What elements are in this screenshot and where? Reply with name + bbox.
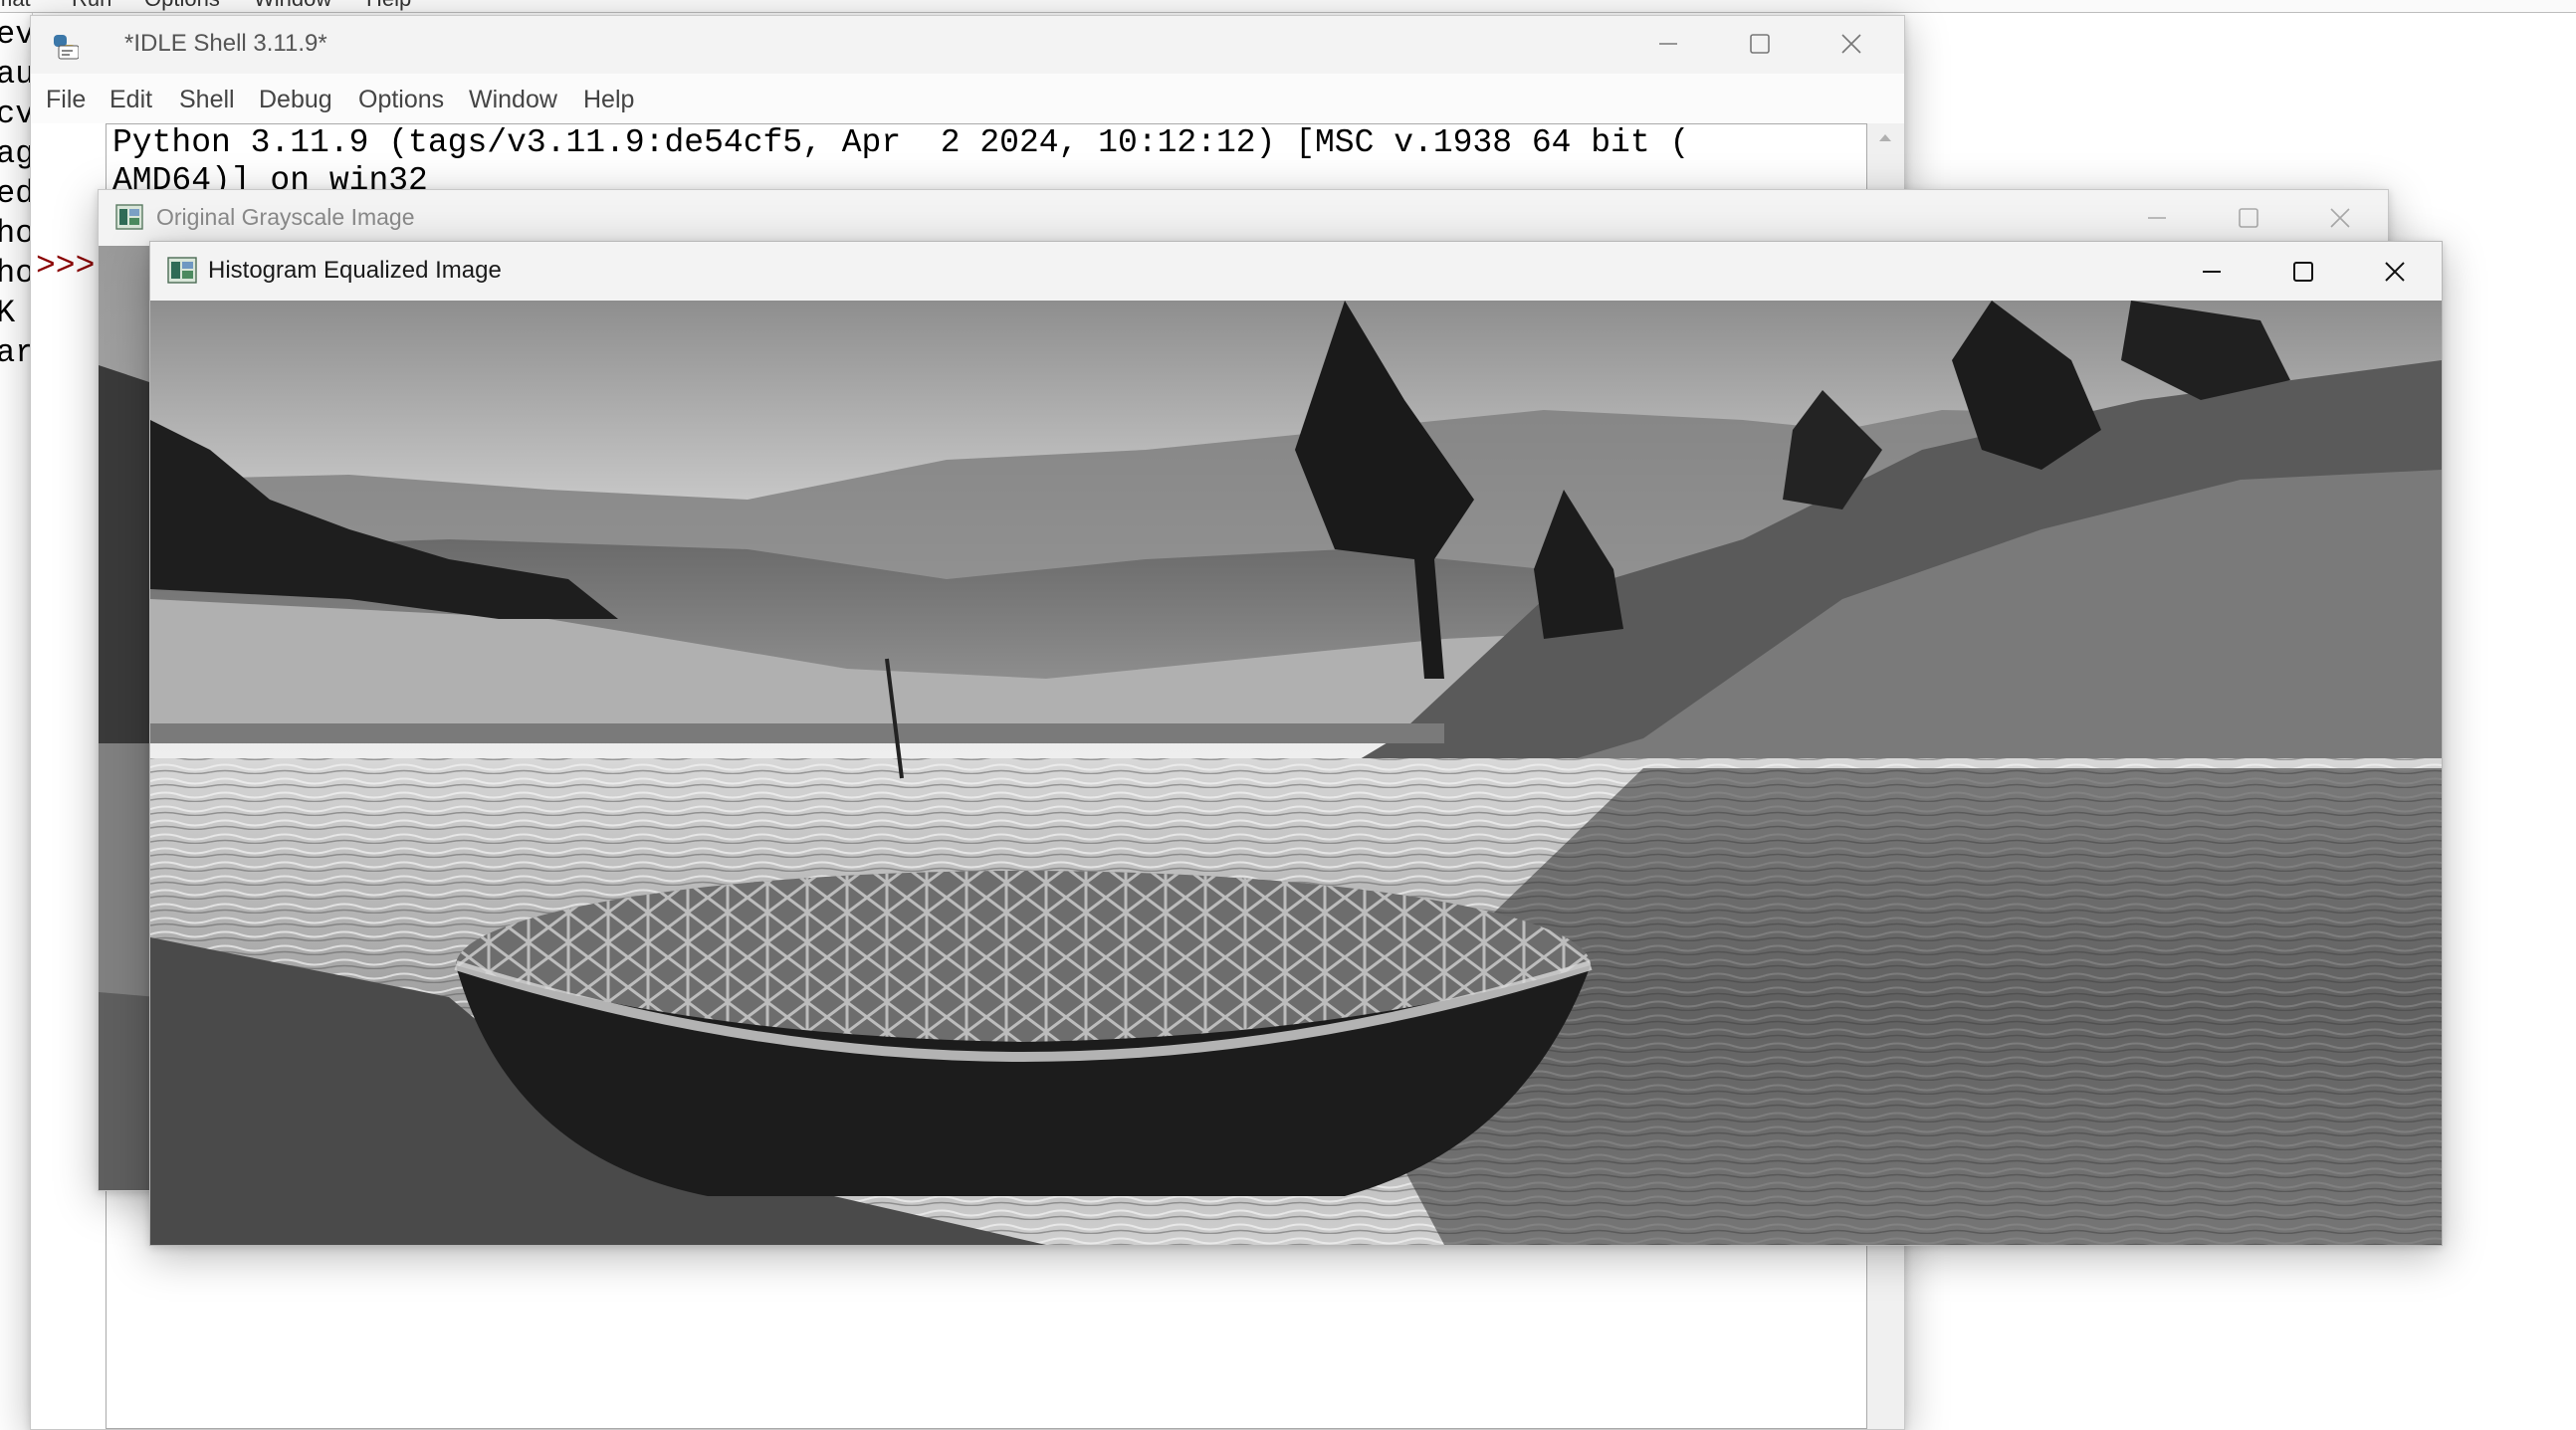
code-fragment: K [0, 295, 15, 331]
shell-prompt: >>> [36, 248, 96, 285]
equalized-minimize-button[interactable] [2166, 242, 2257, 301]
original-maximize-button[interactable] [2203, 190, 2294, 246]
code-fragment: au [0, 56, 33, 93]
equalized-close-button[interactable] [2349, 242, 2441, 301]
original-close-button[interactable] [2294, 190, 2386, 246]
code-fragment: ho [0, 215, 33, 252]
code-fragment: ar [0, 334, 33, 371]
scroll-up-arrow-icon[interactable] [1867, 123, 1904, 153]
menu-file[interactable]: File [46, 86, 86, 114]
maximize-icon [2293, 261, 2313, 282]
menu-shell[interactable]: Shell [179, 86, 235, 114]
idle-menubar: File Edit Shell Debug Options Window Hel… [31, 74, 1904, 123]
idle-titlebar[interactable]: *IDLE Shell 3.11.9* [31, 16, 1904, 74]
equalized-titlebar[interactable]: Histogram Equalized Image [150, 242, 2442, 301]
original-titlebar[interactable]: Original Grayscale Image [99, 190, 2388, 246]
code-fragment: ev [0, 16, 33, 53]
idle-minimize-button[interactable] [1622, 16, 1714, 72]
code-fragment: ho [0, 255, 33, 292]
python-icon [51, 32, 80, 65]
code-fragment: ag [0, 135, 33, 172]
menu-options[interactable]: Options [358, 86, 444, 114]
menu-debug[interactable]: Debug [259, 86, 332, 114]
code-fragment: cv [0, 96, 33, 132]
close-icon [2330, 208, 2350, 228]
bg-menu-run[interactable]: Run [72, 0, 111, 12]
histogram-equalized-image [150, 301, 2442, 1245]
idle-maximize-button[interactable] [1714, 16, 1806, 72]
minimize-icon [2148, 217, 2166, 219]
bg-menu-format[interactable]: mat [0, 0, 31, 12]
original-minimize-button[interactable] [2111, 190, 2203, 246]
close-icon [1841, 34, 1861, 54]
background-editor-code: ev au cv ag ed ho ho K ar [0, 13, 33, 1411]
menu-window[interactable]: Window [469, 86, 557, 114]
idle-prompt-gutter: >>> [31, 123, 106, 1429]
minimize-icon [1659, 43, 1677, 45]
minimize-icon [2203, 270, 2221, 273]
idle-window-title: *IDLE Shell 3.11.9* [124, 30, 327, 57]
maximize-icon [1750, 34, 1770, 54]
idle-close-button[interactable] [1806, 16, 1897, 72]
background-editor-menubar: mat Run Options Window Help [0, 0, 2576, 13]
original-window-title: Original Grayscale Image [156, 204, 415, 230]
maximize-icon [2239, 208, 2258, 228]
close-icon [2385, 261, 2405, 282]
image-window-icon [167, 257, 197, 289]
menu-edit[interactable]: Edit [109, 86, 152, 114]
bg-menu-window[interactable]: Window [254, 0, 331, 12]
equalized-maximize-button[interactable] [2257, 242, 2349, 301]
image-window-icon [115, 204, 143, 235]
menu-help[interactable]: Help [583, 86, 634, 114]
shell-output-line: Python 3.11.9 (tags/v3.11.9:de54cf5, Apr… [112, 124, 1690, 161]
equalized-image-window: Histogram Equalized Image [149, 241, 2443, 1246]
equalized-window-title: Histogram Equalized Image [208, 257, 502, 284]
code-fragment: ed [0, 175, 33, 212]
bg-menu-options[interactable]: Options [144, 0, 220, 12]
bg-menu-help[interactable]: Help [366, 0, 411, 12]
